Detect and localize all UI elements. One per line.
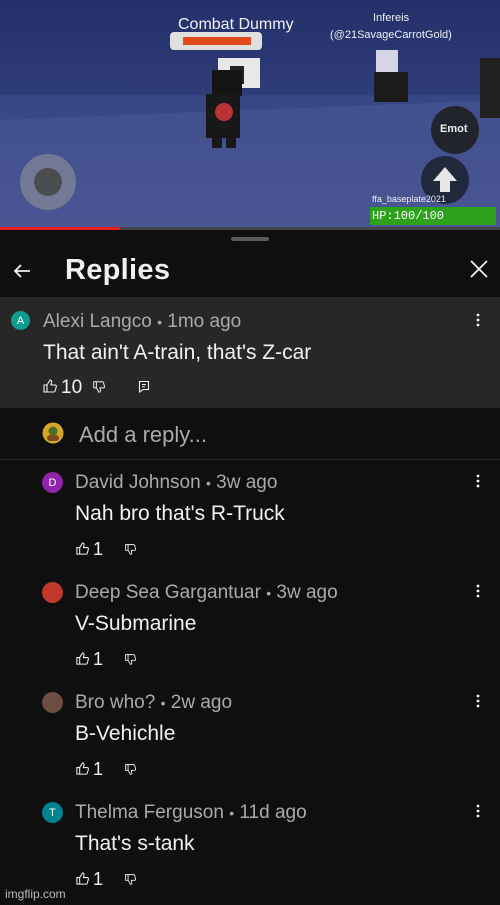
comment-author[interactable]: Bro who? [75, 692, 155, 713]
thumbs-up-icon[interactable] [75, 761, 90, 776]
comment-time: 3w ago [216, 472, 278, 493]
comment-author[interactable]: Deep Sea Gargantuar [75, 582, 261, 603]
replies-header: Replies [0, 245, 500, 297]
comment-author[interactable]: Alexi Langco [43, 311, 152, 332]
avatar-letter: D [48, 476, 57, 489]
comment-text: B-Vehichle [75, 722, 176, 745]
thumbs-down-icon[interactable] [92, 380, 106, 394]
list-item: Deep Sea Gargantuar • 3w ago V-Submarine 1 [0, 570, 500, 680]
avatar[interactable]: A [11, 311, 30, 330]
comment-meta: Bro who? • 2w ago [75, 692, 232, 714]
thumbs-up-icon[interactable] [75, 871, 90, 886]
thumbs-up-icon[interactable] [42, 378, 58, 394]
thumbs-down-icon[interactable] [124, 653, 137, 666]
arrow-left-icon[interactable] [10, 259, 34, 283]
thumbs-down-icon[interactable] [124, 763, 137, 776]
comment-time: 11d ago [239, 802, 307, 823]
reply-icon[interactable] [138, 380, 150, 393]
more-options-icon[interactable] [476, 803, 480, 819]
more-options-icon[interactable] [476, 583, 480, 599]
video-progress-fill [0, 227, 120, 230]
avatar[interactable] [42, 692, 63, 713]
comment-meta: David Johnson • 3w ago [75, 472, 277, 494]
player-name-label: Infereis [373, 12, 410, 24]
list-item: D David Johnson • 3w ago Nah bro that's R-… [0, 460, 500, 570]
thumbs-down-icon[interactable] [124, 543, 137, 556]
video-progress-bar[interactable] [0, 227, 500, 230]
like-count: 1 [93, 539, 104, 559]
map-label: ffa_baseplate2021 [372, 194, 446, 204]
player-handle-label: (@21SavageCarrotGold) [330, 29, 452, 41]
thumbs-up-icon[interactable] [75, 541, 90, 556]
comment-time: 3w ago [276, 582, 338, 603]
add-reply-placeholder[interactable]: Add a reply... [79, 422, 207, 448]
avatar-letter: T [49, 806, 56, 819]
more-options-icon[interactable] [476, 693, 480, 709]
avatar[interactable]: D [42, 472, 63, 493]
like-count: 1 [93, 649, 104, 669]
thumbs-down-icon[interactable] [124, 873, 137, 886]
like-count: 10 [61, 377, 83, 398]
comment-meta: Deep Sea Gargantuar • 3w ago [75, 582, 338, 604]
comment-text: V-Submarine [75, 612, 197, 635]
meta-separator: • [160, 695, 166, 711]
video-player[interactable]: Combat Dummy Infereis (@21SavageCarrotGo… [0, 0, 500, 230]
comment-text: Nah bro that's R-Truck [75, 502, 285, 525]
page-title: Replies [65, 254, 171, 286]
meta-separator: • [205, 475, 211, 491]
close-icon[interactable] [468, 258, 490, 280]
enemy-name-label: Combat Dummy [178, 16, 294, 33]
hp-label: HP:100/100 [372, 209, 445, 223]
comment-time: 2w ago [170, 692, 233, 713]
like-count: 1 [93, 759, 104, 779]
comment-author[interactable]: Thelma Ferguson [75, 802, 224, 823]
more-options-icon[interactable] [476, 312, 480, 328]
comment-text: That's s-tank [75, 832, 195, 855]
like-count: 1 [93, 869, 104, 889]
parent-comment: A Alexi Langco • 1mo ago That ain't A-tr… [0, 297, 500, 408]
meta-separator: • [229, 805, 235, 821]
comment-meta: Thelma Ferguson • 11d ago [75, 802, 307, 824]
meta-separator: • [157, 314, 162, 330]
thumbs-up-icon[interactable] [75, 651, 90, 666]
drag-handle[interactable] [231, 237, 269, 241]
user-avatar [42, 422, 64, 444]
avatar-letter: A [16, 314, 25, 327]
more-options-icon[interactable] [476, 473, 480, 489]
watermark: imgflip.com [5, 887, 66, 901]
emote-button-label[interactable]: Emot [440, 123, 468, 135]
meta-separator: • [266, 585, 272, 601]
list-item: Bro who? • 2w ago B-Vehichle 1 [0, 680, 500, 790]
comment-time: 1mo ago [167, 311, 242, 332]
comment-meta: Alexi Langco • 1mo ago [43, 311, 241, 333]
avatar[interactable] [42, 582, 63, 603]
comment-text: That ain't A-train, that's Z-car [43, 341, 312, 364]
add-reply-field[interactable]: Add a reply... [0, 408, 500, 460]
list-item: T Thelma Ferguson • 11d ago That's s-tank 1 [0, 790, 500, 900]
avatar[interactable]: T [42, 802, 63, 823]
comment-author[interactable]: David Johnson [75, 472, 201, 493]
